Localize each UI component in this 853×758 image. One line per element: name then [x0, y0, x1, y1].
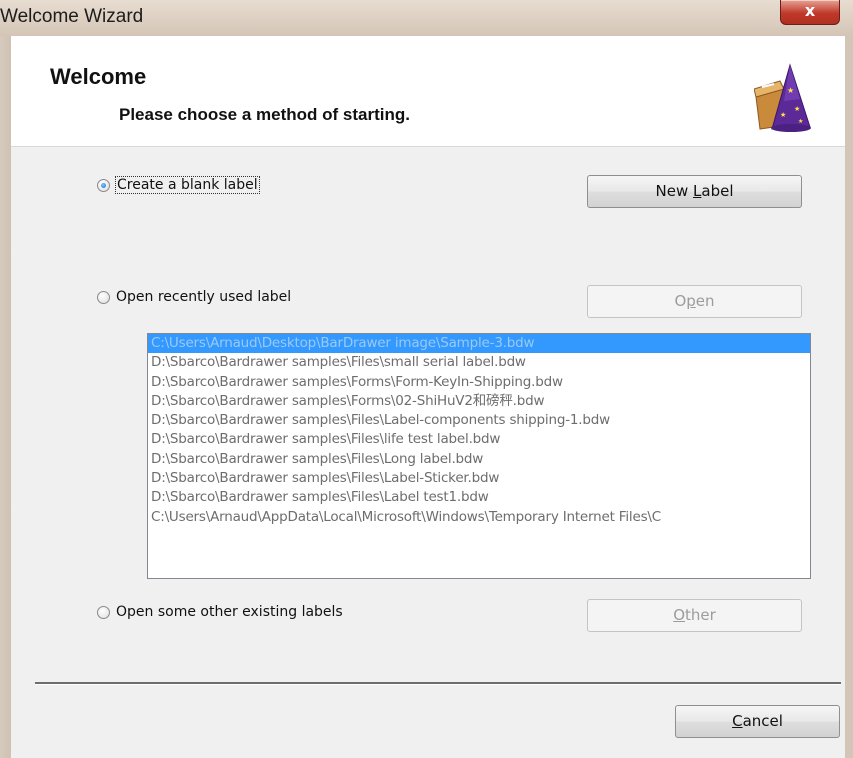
other-button[interactable]: Other — [587, 599, 802, 632]
window-frame-left — [0, 36, 11, 758]
header-title: Welcome — [50, 64, 147, 89]
radio-label-open-other: Open some other existing labels — [116, 604, 343, 620]
radio-label-open-recent: Open recently used label — [116, 289, 292, 305]
window-frame-right — [845, 36, 853, 758]
recent-file-item[interactable]: D:\Sbarco\Bardrawer samples\Forms\Form-K… — [148, 373, 810, 392]
header-subtitle: Please choose a method of starting. — [119, 105, 410, 124]
window-title: Welcome Wizard — [0, 6, 144, 27]
wizard-header: Welcome Please choose a method of starti… — [11, 36, 845, 147]
recent-file-item[interactable]: D:\Sbarco\Bardrawer samples\Files\small … — [148, 353, 810, 372]
recent-file-item[interactable]: D:\Sbarco\Bardrawer samples\Files\Label-… — [148, 469, 810, 488]
cancel-button[interactable]: Cancel — [675, 705, 840, 738]
wizard-body: Create a blank label New Label Open rece… — [11, 147, 845, 758]
close-button[interactable]: x — [780, 0, 840, 25]
new-label-button[interactable]: New Label — [587, 175, 802, 208]
svg-text:★: ★ — [780, 111, 786, 119]
open-button[interactable]: Open — [587, 285, 802, 318]
radio-open-recent[interactable]: Open recently used label — [97, 289, 291, 305]
close-icon: x — [804, 1, 816, 20]
recent-file-item[interactable]: D:\Sbarco\Bardrawer samples\Files\Label-… — [148, 411, 810, 430]
radio-button-checked[interactable] — [97, 178, 110, 192]
footer-separator — [35, 682, 841, 685]
recent-file-item[interactable]: D:\Sbarco\Bardrawer samples\Forms\02-Shi… — [148, 392, 810, 411]
recent-file-item[interactable]: D:\Sbarco\Bardrawer samples\Files\life t… — [148, 430, 810, 449]
recent-file-item[interactable]: D:\Sbarco\Bardrawer samples\Files\Label … — [148, 488, 810, 507]
title-bar: Welcome Wizard x — [0, 0, 853, 36]
radio-open-other[interactable]: Open some other existing labels — [97, 604, 343, 620]
radio-button[interactable] — [97, 290, 110, 304]
wizard-hat-icon: ★ ★ ★ ★ — [754, 63, 811, 132]
recent-file-item[interactable]: D:\Sbarco\Bardrawer samples\Files\Long l… — [148, 450, 810, 469]
recent-file-item[interactable]: C:\Users\Arnaud\AppData\Local\Microsoft\… — [148, 508, 810, 527]
recent-file-item[interactable]: C:\Users\Arnaud\Desktop\BarDrawer image\… — [148, 334, 810, 354]
radio-create-blank[interactable]: Create a blank label — [97, 176, 260, 194]
svg-text:★: ★ — [794, 105, 800, 113]
recent-files-list[interactable]: C:\Users\Arnaud\Desktop\BarDrawer image\… — [147, 333, 811, 579]
radio-button[interactable] — [97, 605, 110, 619]
radio-label-create-blank: Create a blank label — [115, 176, 260, 194]
svg-text:★: ★ — [798, 118, 803, 125]
svg-text:★: ★ — [787, 86, 794, 95]
